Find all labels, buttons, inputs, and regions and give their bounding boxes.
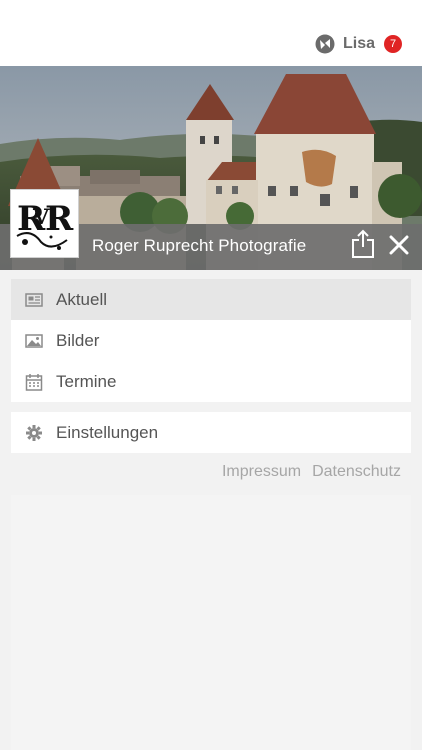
menu-label-termine: Termine — [56, 371, 117, 391]
content-area — [11, 495, 411, 750]
menu-label-aktuell: Aktuell — [56, 289, 108, 309]
image-icon — [25, 333, 43, 348]
newspaper-icon — [25, 292, 43, 307]
menu-label-einstellungen: Einstellungen — [56, 422, 159, 442]
calendar-icon — [25, 373, 43, 391]
site-title: Roger Ruprecht Photografie — [92, 236, 307, 255]
user-account[interactable]: Lisa 7 — [315, 34, 402, 54]
top-bar: Lisa 7 — [0, 0, 422, 66]
settings-menu: Einstellungen — [11, 412, 411, 453]
svg-text:R: R — [45, 199, 74, 239]
menu-item-bilder[interactable]: Bilder — [11, 320, 411, 361]
impressum-link[interactable]: Impressum — [222, 463, 301, 481]
menu-item-termine[interactable]: Termine — [11, 361, 411, 402]
footer-links: Impressum Datenschutz — [222, 463, 401, 481]
share-icon[interactable] — [350, 229, 376, 259]
site-logo[interactable]: R v R — [10, 189, 79, 258]
close-icon[interactable] — [387, 233, 411, 257]
menu-item-einstellungen[interactable]: Einstellungen — [11, 412, 411, 453]
user-name[interactable]: Lisa — [343, 35, 375, 53]
menu-label-bilder: Bilder — [56, 330, 100, 350]
notification-badge[interactable]: 7 — [384, 35, 402, 53]
main-menu: Aktuell Bilder Termine — [11, 279, 411, 402]
datenschutz-link[interactable]: Datenschutz — [312, 463, 401, 481]
gear-icon — [26, 424, 42, 441]
app-logo-icon — [315, 34, 335, 54]
menu-item-aktuell[interactable]: Aktuell — [11, 279, 411, 320]
